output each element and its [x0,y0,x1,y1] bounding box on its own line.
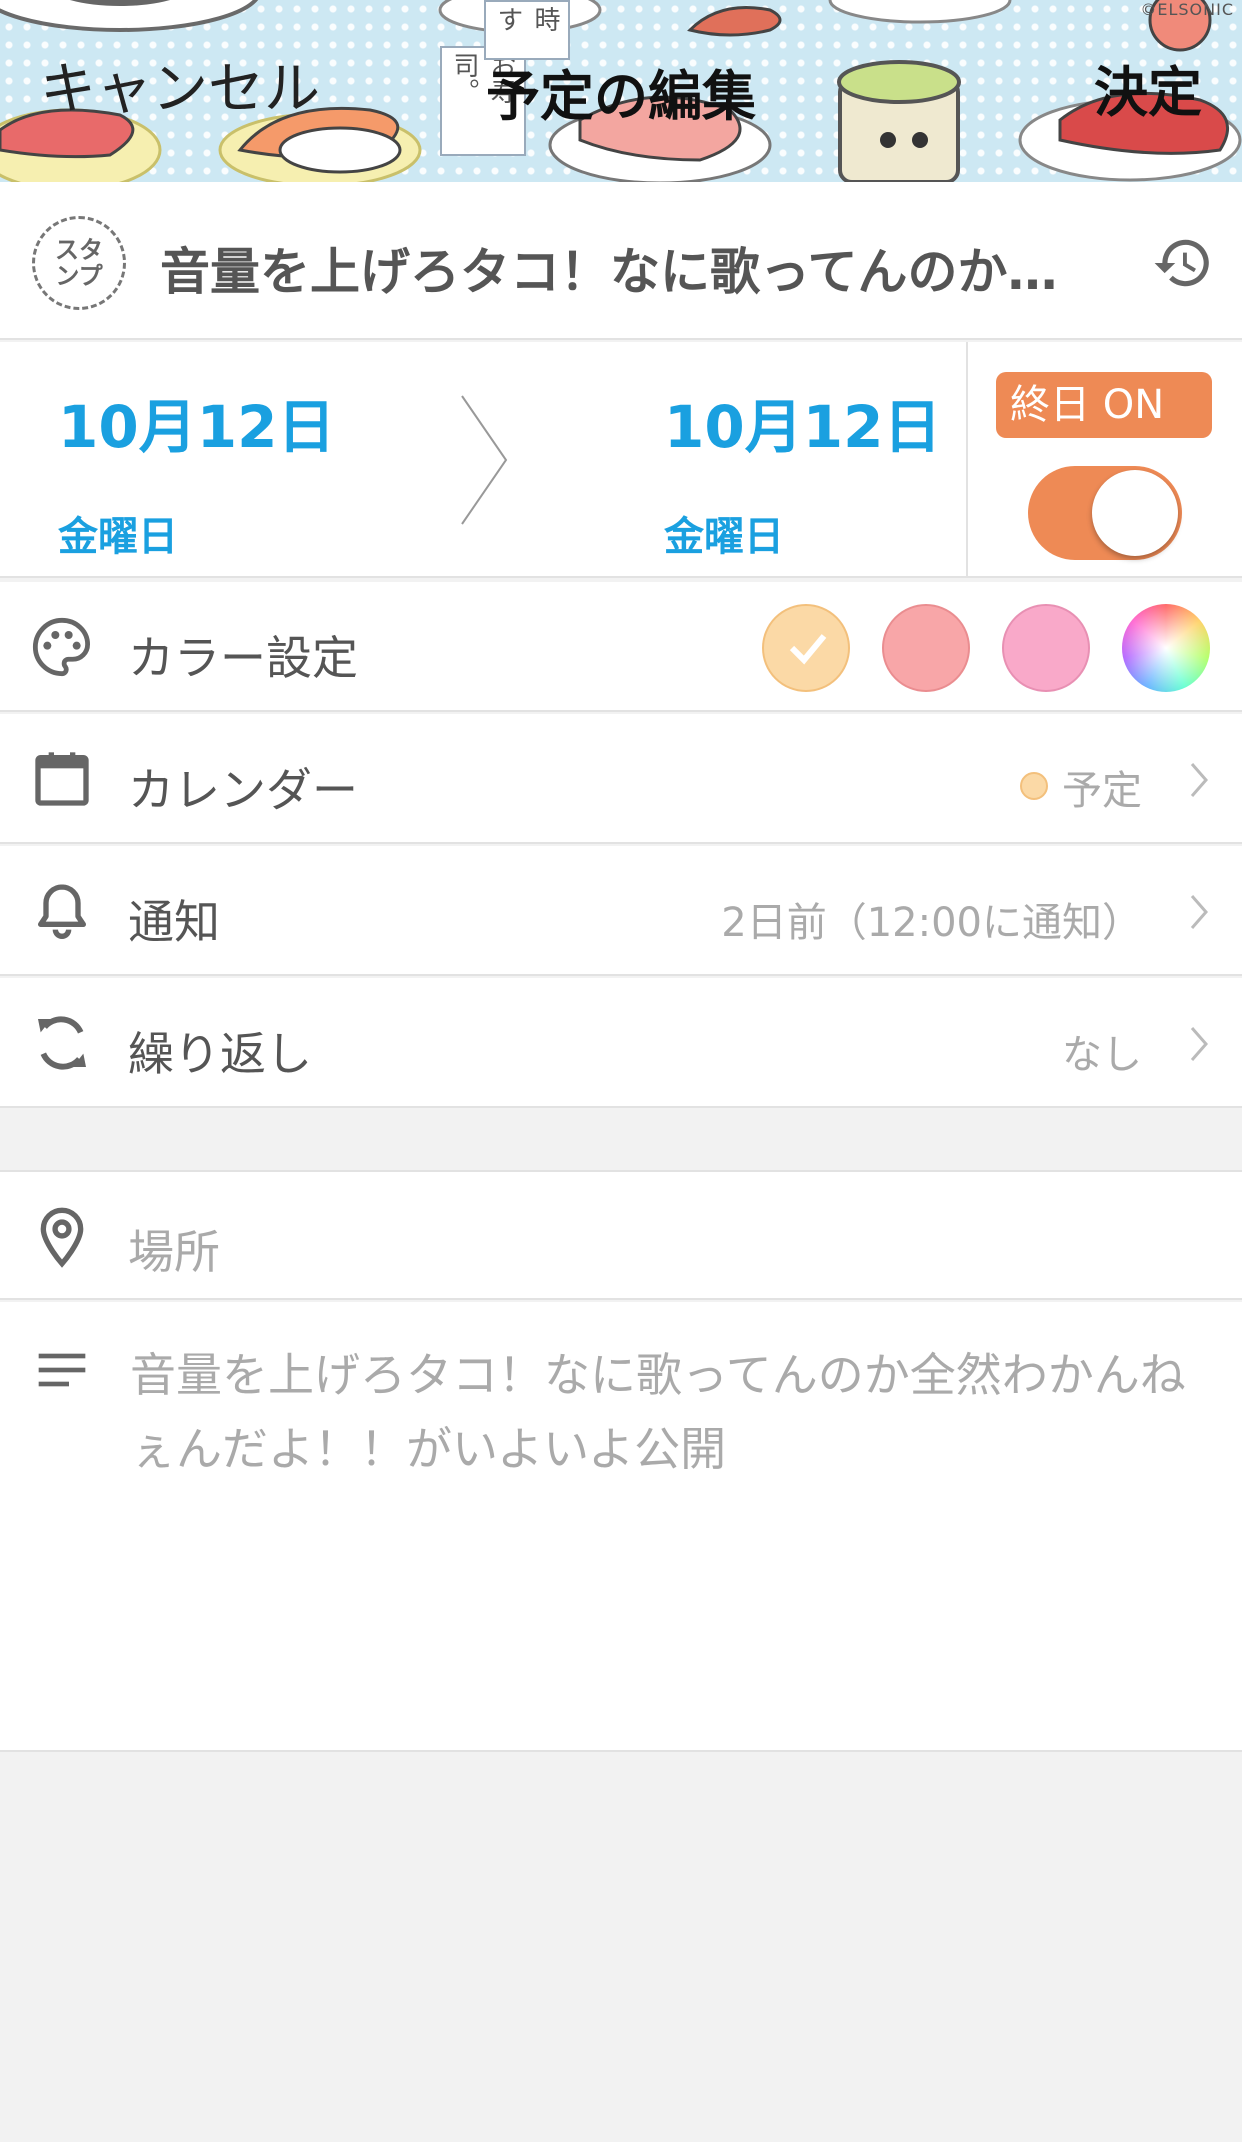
repeat-label: 繰り返し [128,1027,312,1081]
copyright-text: ©ELSONIC [1140,0,1234,19]
check-icon [789,634,827,665]
memo-area[interactable]: 音量を上げろタコ！なに歌ってんのか全然わかんねぇんだよ！！がいよいよ公開 [0,1302,1242,1752]
notification-value: 2日前（12:00に通知） [721,900,1142,946]
event-title-input[interactable]: 音量を上げろタコ！なに歌ってんのか… [160,232,1080,304]
calendar-setting-row[interactable]: カレンダー 予定 [0,714,1242,844]
chevron-right-icon [1190,895,1208,929]
start-weekday: 金曜日 [58,514,178,560]
repeat-icon [38,1016,86,1070]
memo-lines-icon [38,1353,86,1387]
color-setting-label: カラー設定 [128,631,358,685]
chevron-right-icon [1190,1027,1208,1061]
color-swatch-salmon[interactable] [882,604,970,692]
notification-label: 通知 [128,895,220,949]
location-row[interactable]: 場所 [0,1170,1242,1300]
repeat-value: なし [1062,1032,1142,1078]
calendar-label: カレンダー [128,763,358,817]
location-pin-icon [40,1207,84,1268]
end-date-picker[interactable]: 10月12日 金曜日 [664,380,941,562]
allday-badge: 終日 ON [996,372,1212,438]
toggle-knob [1092,470,1178,556]
color-swatch-custom[interactable] [1122,604,1210,692]
stamp-label-line2: ンプ [55,262,103,290]
page-title: 予定の編集 [486,65,756,128]
start-date-picker[interactable]: 10月12日 金曜日 [58,380,335,562]
divider [966,342,968,578]
color-swatch-light-orange[interactable] [762,604,850,692]
end-date: 10月12日 [664,393,942,461]
chevron-right-icon [1190,763,1208,797]
color-swatch-pink[interactable] [1002,604,1090,692]
bell-icon [38,884,86,939]
date-row: 10月12日 金曜日 10月12日 金曜日 終日 ON [0,342,1242,578]
done-button[interactable]: 決定 [1094,48,1202,127]
end-weekday: 金曜日 [664,514,784,560]
repeat-setting-row[interactable]: 繰り返し なし [0,978,1242,1108]
calendar-icon [35,752,89,806]
stamp-button[interactable]: スタ ンプ [32,216,126,310]
stamp-label-line1: スタ [55,236,103,264]
color-setting-row: カラー設定 [0,582,1242,712]
start-date: 10月12日 [58,393,336,461]
allday-toggle[interactable] [1028,466,1182,560]
title-row: スタ ンプ 音量を上げろタコ！なに歌ってんのか… [0,182,1242,340]
location-input[interactable]: 場所 [128,1216,220,1282]
history-icon[interactable] [1152,232,1214,294]
calendar-color-dot [1020,772,1048,800]
memo-input[interactable]: 音量を上げろタコ！なに歌ってんのか全然わかんねぇんだよ！！がいよいよ公開 [130,1338,1200,1486]
date-arrow-icon [461,395,508,525]
section-gap [0,1108,1242,1170]
cancel-button[interactable]: キャンセル [40,44,320,125]
calendar-value: 予定 [1062,768,1142,814]
notification-setting-row[interactable]: 通知 2日前（12:00に通知） [0,846,1242,976]
palette-icon [32,617,91,677]
header-banner: お寿司。 時す ©ELSONIC キャンセル 予定の編集 決定 [0,0,1242,182]
sushi-tag-top: 時す [484,0,570,60]
